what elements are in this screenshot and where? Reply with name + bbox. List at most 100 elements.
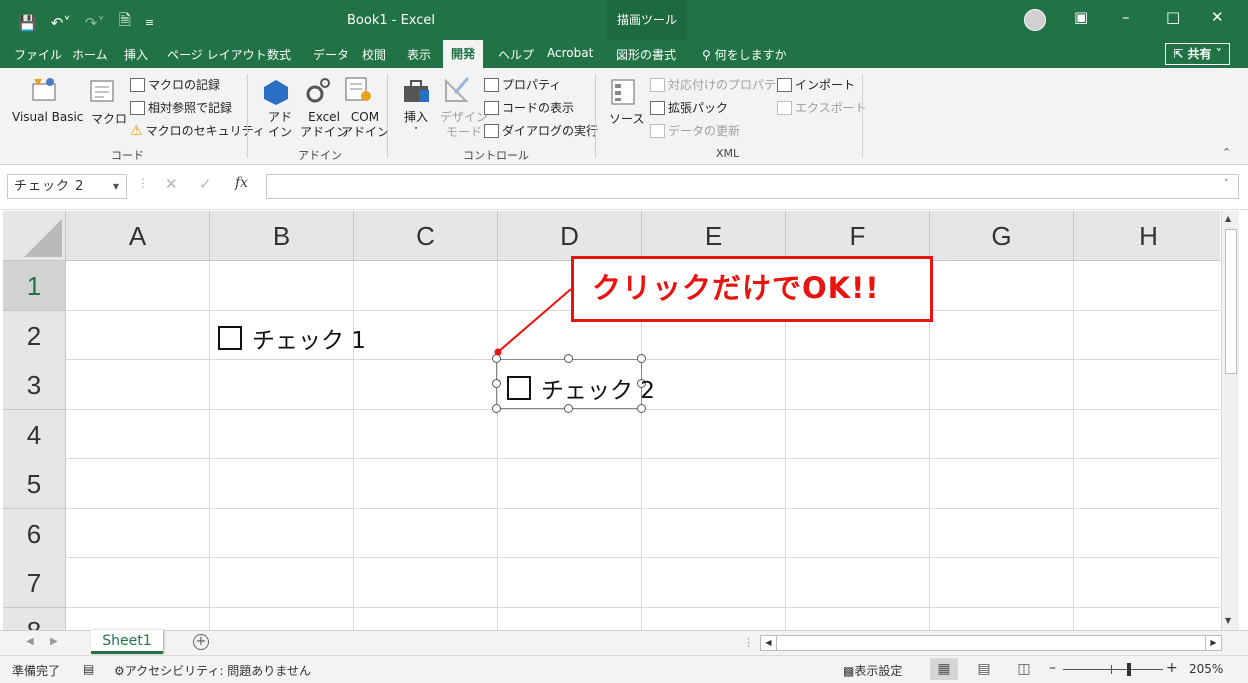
customize-qat-icon[interactable]: ≡ bbox=[145, 16, 154, 29]
horizontal-scrollbar[interactable]: ◀ ▶ bbox=[760, 635, 1222, 651]
add-sheet-icon[interactable]: + bbox=[193, 634, 209, 650]
minimize-icon[interactable]: – bbox=[1122, 8, 1130, 26]
vertical-scrollbar[interactable]: ▲ ▼ bbox=[1221, 211, 1239, 630]
column-header-f[interactable]: F bbox=[786, 211, 930, 261]
collapse-ribbon-icon[interactable]: ⌃ bbox=[1222, 146, 1231, 159]
zoom-out-icon[interactable]: – bbox=[1049, 660, 1056, 676]
split-handle-icon[interactable]: ⋮ bbox=[743, 636, 754, 649]
ribbon-display-options-icon[interactable]: ▣ bbox=[1074, 8, 1088, 26]
column-header-d[interactable]: D bbox=[498, 211, 642, 261]
scroll-left-icon[interactable]: ◀ bbox=[761, 636, 777, 650]
zoom-slider-knob[interactable] bbox=[1127, 663, 1131, 676]
row-header-8[interactable]: 8 bbox=[3, 608, 66, 630]
tab-developer[interactable]: 開発 bbox=[443, 40, 484, 68]
resize-handle-n[interactable] bbox=[564, 354, 573, 363]
relative-reference-button[interactable]: 相対参照で記録 bbox=[130, 99, 232, 116]
macro-button[interactable]: マクロ bbox=[91, 110, 127, 127]
record-macro-button[interactable]: マクロの記録 bbox=[130, 76, 220, 93]
undo-icon[interactable]: ↶˅ bbox=[51, 14, 71, 32]
import-button[interactable]: インポート bbox=[777, 76, 855, 93]
print-preview-icon[interactable]: 🗎 bbox=[119, 10, 131, 35]
visual-basic-button[interactable]: Visual Basic bbox=[12, 110, 83, 124]
column-header-h[interactable]: H bbox=[1074, 211, 1220, 261]
save-icon[interactable]: 💾 bbox=[18, 14, 37, 32]
vertical-scroll-thumb[interactable] bbox=[1225, 229, 1237, 374]
enter-icon[interactable]: ✓ bbox=[199, 175, 212, 193]
zoom-level[interactable]: 205% bbox=[1189, 662, 1223, 676]
row-header-6[interactable]: 6 bbox=[3, 509, 66, 559]
tab-insert[interactable]: 挿入 bbox=[124, 46, 148, 63]
row-header-4[interactable]: 4 bbox=[3, 410, 66, 460]
close-icon[interactable]: ✕ bbox=[1211, 8, 1224, 26]
run-dialog-button[interactable]: ダイアログの実行 bbox=[484, 122, 598, 139]
sheet-scroll-right-icon[interactable]: ▶ bbox=[50, 636, 58, 647]
view-code-button[interactable]: コードの表示 bbox=[484, 99, 574, 116]
resize-handle-s[interactable] bbox=[564, 404, 573, 413]
expansion-packs-button[interactable]: 拡張パック bbox=[650, 99, 728, 116]
checkbox-1-box[interactable] bbox=[218, 326, 242, 350]
design-mode-button[interactable]: デザイン モード bbox=[440, 110, 488, 140]
scroll-down-icon[interactable]: ▼ bbox=[1225, 616, 1231, 625]
cancel-icon[interactable]: ✕ bbox=[165, 175, 178, 193]
resize-handle-se[interactable] bbox=[637, 404, 646, 413]
row-header-5[interactable]: 5 bbox=[3, 459, 66, 509]
zoom-in-icon[interactable]: + bbox=[1166, 660, 1178, 676]
accessibility-status[interactable]: ⚙アクセシビリティ: 問題ありません bbox=[114, 662, 311, 679]
select-all-corner[interactable] bbox=[3, 211, 66, 261]
export-button[interactable]: エクスポート bbox=[777, 99, 867, 116]
column-header-b[interactable]: B bbox=[210, 211, 354, 261]
page-break-view-icon[interactable]: ◫ bbox=[1010, 658, 1038, 680]
scroll-right-icon[interactable]: ▶ bbox=[1205, 636, 1221, 650]
normal-view-icon[interactable]: ▦ bbox=[930, 658, 958, 680]
tab-formulas[interactable]: 数式 bbox=[267, 46, 291, 63]
row-header-2[interactable]: 2 bbox=[3, 311, 66, 361]
row-header-1[interactable]: 1 bbox=[3, 261, 66, 311]
redo-icon[interactable]: ↷˅ bbox=[85, 14, 105, 32]
formula-input[interactable] bbox=[266, 174, 1239, 199]
refresh-data-button[interactable]: データの更新 bbox=[650, 122, 740, 139]
tab-review[interactable]: 校閲 bbox=[362, 46, 386, 63]
insert-function-icon[interactable]: fx bbox=[235, 175, 248, 191]
tab-shape-format[interactable]: 図形の書式 bbox=[616, 46, 676, 63]
zoom-slider[interactable] bbox=[1063, 663, 1163, 676]
column-header-c[interactable]: C bbox=[354, 211, 498, 261]
display-settings-button[interactable]: ▩表示設定 bbox=[843, 662, 902, 679]
tab-help[interactable]: ヘルプ bbox=[498, 46, 534, 63]
checkbox-2[interactable]: チェック 2 bbox=[507, 371, 655, 405]
map-properties-button[interactable]: 対応付けのプロパティ bbox=[650, 76, 787, 93]
sheet-scroll-left-icon[interactable]: ◀ bbox=[26, 636, 34, 647]
maximize-icon[interactable]: □ bbox=[1166, 8, 1180, 26]
sheet-tab-sheet1[interactable]: Sheet1 bbox=[91, 630, 163, 654]
resize-handle-nw[interactable] bbox=[492, 354, 501, 363]
resize-handle-sw[interactable] bbox=[492, 404, 501, 413]
expand-formula-bar-icon[interactable]: ˅ bbox=[1224, 179, 1229, 189]
scroll-up-icon[interactable]: ▲ bbox=[1225, 214, 1231, 223]
tab-page-layout[interactable]: ページ レイアウト bbox=[167, 46, 267, 63]
insert-control-button[interactable]: 挿入 ˅ bbox=[404, 110, 428, 140]
macro-security-button[interactable]: ⚠ マクロのセキュリティ bbox=[130, 122, 265, 139]
tab-file[interactable]: ファイル bbox=[14, 46, 62, 63]
checkbox-2-box[interactable] bbox=[507, 376, 531, 400]
checkbox-1[interactable]: チェック 1 bbox=[218, 321, 366, 355]
tab-home[interactable]: ホーム bbox=[72, 46, 108, 63]
resize-handle-w[interactable] bbox=[492, 379, 501, 388]
user-avatar-icon[interactable] bbox=[1024, 9, 1046, 31]
tab-data[interactable]: データ bbox=[313, 46, 349, 63]
addins-button[interactable]: アド イン bbox=[268, 110, 292, 140]
macro-recording-icon[interactable]: ▤ bbox=[83, 662, 94, 676]
row-header-7[interactable]: 7 bbox=[3, 558, 66, 608]
tell-me-search[interactable]: ⚲ 何をしますか bbox=[702, 46, 787, 63]
worksheet-grid[interactable]: A B C D E F G H 1 2 3 4 5 6 7 8 チェック 1 チ… bbox=[3, 211, 1220, 630]
name-box[interactable]: チェック 2 ▼ bbox=[7, 174, 127, 199]
page-layout-view-icon[interactable]: ▤ bbox=[970, 658, 998, 680]
tab-view[interactable]: 表示 bbox=[407, 46, 431, 63]
column-header-g[interactable]: G bbox=[930, 211, 1074, 261]
tab-acrobat[interactable]: Acrobat bbox=[547, 46, 593, 60]
com-addins-button[interactable]: COM アドイン bbox=[341, 110, 389, 140]
column-header-e[interactable]: E bbox=[642, 211, 786, 261]
column-header-a[interactable]: A bbox=[66, 211, 210, 261]
resize-handle-ne[interactable] bbox=[637, 354, 646, 363]
share-button[interactable]: ⇱ 共有 ˅ bbox=[1165, 43, 1230, 65]
xml-source-button[interactable]: ソース bbox=[609, 110, 644, 127]
properties-button[interactable]: プロパティ bbox=[484, 76, 561, 93]
